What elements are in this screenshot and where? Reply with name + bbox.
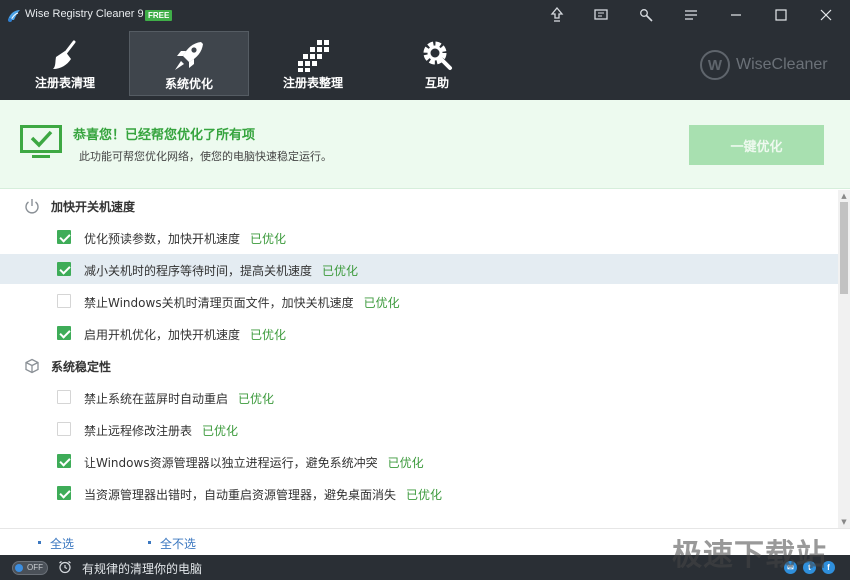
item-checkbox[interactable] (57, 454, 71, 468)
brand-mark: W (700, 50, 730, 80)
rocket-icon (130, 38, 248, 74)
cube-icon (25, 358, 39, 374)
item-checkbox[interactable] (57, 422, 71, 436)
list-item[interactable]: 优化预读参数，加快开机速度 已优化 (0, 222, 838, 252)
item-checkbox[interactable] (57, 486, 71, 500)
status-banner: 恭喜您！已经帮您优化了所有项 此功能可帮您优化网络，使您的电脑快速稳定运行。 一… (0, 100, 850, 189)
list-item[interactable]: 当资源管理器出错时，自动重启资源管理器，避免桌面消失 已优化 (0, 478, 838, 508)
item-text: 启用开机优化，加快开机速度 (84, 328, 241, 342)
banner-description: 此功能可帮您优化网络，使您的电脑快速稳定运行。 (79, 150, 332, 163)
scrollbar-thumb[interactable] (840, 202, 848, 294)
brand-name: WiseCleaner (736, 56, 828, 73)
item-text: 让Windows资源管理器以独立进程运行，避免系统冲突 (84, 456, 378, 470)
power-icon (25, 199, 39, 214)
item-text: 减小关机时的程序等待时间，提高关机速度 (84, 264, 313, 278)
item-status: 已优化 (387, 456, 424, 470)
item-text: 禁止Windows关机时清理页面文件，加快关机速度 (84, 296, 354, 310)
watermark: 极速下载站 (672, 538, 827, 573)
tab-help[interactable]: 互助 (377, 31, 497, 96)
tab-label: 注册表整理 (282, 76, 343, 90)
tab-system-optimize[interactable]: 系统优化 (129, 31, 249, 96)
select-all-link[interactable]: 全选 (50, 535, 74, 552)
app-logo-icon (8, 10, 20, 22)
section-title: 系统稳定性 (51, 360, 112, 374)
toggle-knob (15, 564, 23, 572)
tab-label: 互助 (424, 76, 449, 90)
item-status: 已优化 (250, 232, 287, 246)
bullet (148, 541, 151, 544)
gear-help-icon (377, 37, 497, 73)
banner-title: 恭喜您！已经帮您优化了所有项 (73, 128, 256, 143)
item-checkbox[interactable] (57, 390, 71, 404)
app-title: Wise Registry Cleaner 9 (25, 8, 144, 20)
schedule-toggle[interactable]: OFF (12, 561, 48, 575)
one-click-optimize-button[interactable]: 一键优化 (689, 125, 824, 165)
item-status: 已优化 (322, 264, 359, 278)
list-item[interactable]: 启用开机优化，加快开机速度 已优化 (0, 318, 838, 348)
item-text: 禁止远程修改注册表 (84, 424, 193, 438)
section-title: 加快开关机速度 (51, 200, 136, 214)
tools-icon[interactable] (636, 5, 656, 25)
broom-icon (5, 37, 125, 73)
title-bar: Wise Registry Cleaner 9 FREE (0, 0, 850, 30)
item-checkbox[interactable] (57, 326, 71, 340)
section-header: 加快开关机速度 (0, 190, 838, 222)
list-item[interactable]: 让Windows资源管理器以独立进程运行，避免系统冲突 已优化 (0, 446, 838, 476)
tab-label: 系统优化 (164, 77, 213, 91)
optimization-list: 加快开关机速度 优化预读参数，加快开机速度 已优化 减小关机时的程序等待时间，提高… (0, 190, 838, 528)
section-header: 系统稳定性 (0, 350, 838, 382)
item-checkbox[interactable] (57, 262, 71, 276)
toggle-label: OFF (27, 563, 43, 572)
item-status: 已优化 (238, 392, 275, 406)
list-item[interactable]: 禁止远程修改注册表 已优化 (0, 414, 838, 444)
wisecleaner-logo: W WiseCleaner (700, 50, 828, 80)
header: Wise Registry Cleaner 9 FREE 注册表清理 系统优化 … (0, 0, 850, 100)
alarm-clock-icon (59, 561, 71, 574)
scroll-up-arrow-icon[interactable]: ▲ (838, 190, 850, 202)
item-text: 禁止系统在蓝屏时自动重启 (84, 392, 229, 406)
free-badge: FREE (145, 10, 173, 21)
list-item[interactable]: 减小关机时的程序等待时间，提高关机速度 已优化 (0, 254, 838, 284)
select-none-link[interactable]: 全不选 (160, 535, 196, 552)
list-item[interactable]: 禁止系统在蓝屏时自动重启 已优化 (0, 382, 838, 412)
item-text: 优化预读参数，加快开机速度 (84, 232, 241, 246)
maximize-icon[interactable] (767, 2, 795, 28)
scroll-down-arrow-icon[interactable]: ▼ (838, 516, 850, 528)
close-icon[interactable] (812, 2, 840, 28)
upgrade-icon[interactable] (547, 5, 567, 25)
menu-icon[interactable] (681, 5, 701, 25)
schedule-text: 有规律的清理你的电脑 (82, 562, 203, 576)
item-status: 已优化 (250, 328, 287, 342)
tab-label: 注册表清理 (34, 76, 95, 90)
item-checkbox[interactable] (57, 294, 71, 308)
bullet (38, 541, 41, 544)
item-status: 已优化 (406, 488, 443, 502)
item-status: 已优化 (363, 296, 400, 310)
item-status: 已优化 (202, 424, 239, 438)
tab-registry-cleaner[interactable]: 注册表清理 (5, 31, 125, 96)
vertical-scrollbar[interactable]: ▲ ▼ (838, 190, 850, 528)
minimize-icon[interactable] (722, 2, 750, 28)
tab-registry-defrag[interactable]: 注册表整理 (253, 31, 373, 96)
item-text: 当资源管理器出错时，自动重启资源管理器，避免桌面消失 (84, 488, 397, 502)
feedback-icon[interactable] (591, 5, 611, 25)
monitor-check-icon (20, 125, 62, 158)
defrag-blocks-icon (253, 37, 373, 73)
list-item[interactable]: 禁止Windows关机时清理页面文件，加快关机速度 已优化 (0, 286, 838, 316)
item-checkbox[interactable] (57, 230, 71, 244)
